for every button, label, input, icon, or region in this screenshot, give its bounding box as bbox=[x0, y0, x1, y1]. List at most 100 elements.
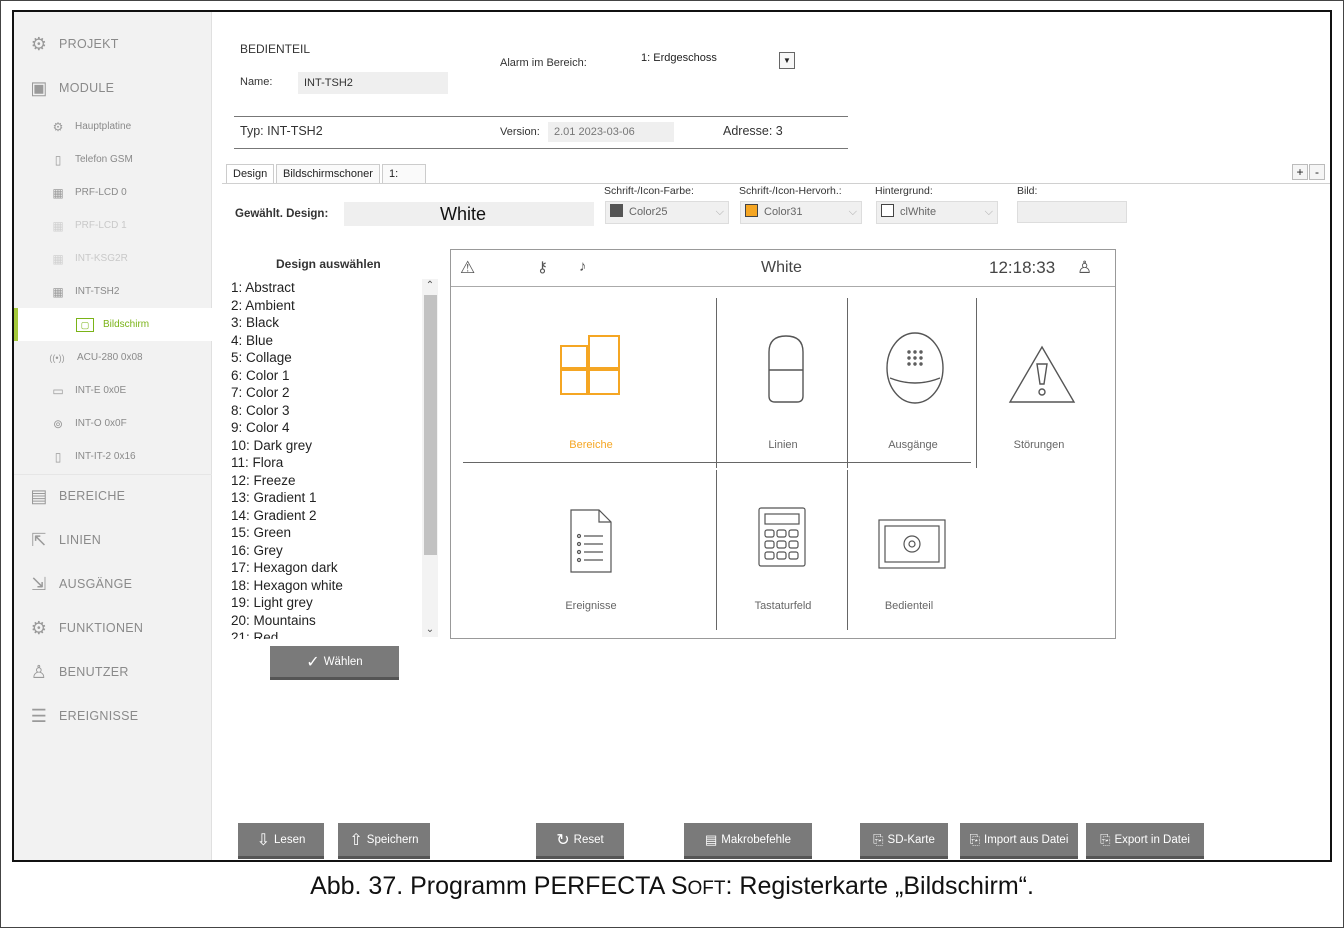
sidebar: ⚙ PROJEKT ▣ MODULE ⚙ Hauptplatine ▯ Telefon … bbox=[14, 12, 212, 860]
chevron-down-icon[interactable]: ▼ bbox=[779, 52, 795, 69]
sidebar-item-ereignisse[interactable]: ☰ EREIGNISSE bbox=[14, 694, 212, 738]
preview-title: White bbox=[761, 259, 802, 276]
sidebar-item-prf-lcd-0[interactable]: ▦ PRF-LCD 0 bbox=[14, 176, 212, 209]
siren-icon bbox=[886, 332, 944, 404]
button-label: Speichern bbox=[366, 833, 419, 846]
choose-design-button[interactable]: ✓ Wählen bbox=[270, 646, 399, 680]
list-item[interactable]: 21: Red bbox=[230, 629, 441, 639]
version-field: 2.01 2023-03-06 bbox=[548, 122, 674, 142]
tab-design[interactable]: Design bbox=[226, 164, 275, 184]
export-button[interactable]: ⎘ Export in Datei bbox=[1086, 823, 1204, 859]
active-indicator bbox=[14, 308, 18, 341]
sidebar-item-bildschirm[interactable]: ▢ Bildschirm bbox=[14, 308, 212, 341]
list-item[interactable]: 12: Freeze bbox=[230, 472, 441, 490]
sidebar-item-hauptplatine[interactable]: ⚙ Hauptplatine bbox=[14, 110, 212, 143]
divider bbox=[234, 116, 848, 117]
list-item[interactable]: 5: Collage bbox=[230, 349, 441, 367]
list-item[interactable]: 3: Black bbox=[230, 314, 441, 332]
sidebar-item-int-o[interactable]: ⊚ INT-O 0x0F bbox=[14, 407, 212, 440]
color-swatch bbox=[610, 204, 623, 217]
highlight-color-value: Color31 bbox=[764, 206, 803, 218]
save-button[interactable]: ⇧ Speichern bbox=[338, 823, 430, 859]
keypad-icon: ▦ bbox=[52, 218, 64, 233]
highlight-color-select[interactable]: Color31 ⌵ bbox=[740, 201, 862, 224]
figure-caption: Abb. 37. Programm PERFECTA SOFT: Registe… bbox=[0, 872, 1344, 901]
list-item[interactable]: 8: Color 3 bbox=[230, 402, 441, 420]
alarm-area-select[interactable]: 1: Erdgeschoss bbox=[641, 52, 797, 70]
font-color-select[interactable]: Color25 ⌵ bbox=[605, 201, 729, 224]
tab-1[interactable]: 1: bbox=[382, 164, 426, 184]
design-list-scrollbar[interactable]: ⌃ ⌄ bbox=[422, 279, 438, 637]
sidebar-item-ausgaenge[interactable]: ⇲ AUSGÄNGE bbox=[14, 562, 212, 606]
tile-label-bedienteil: Bedienteil bbox=[884, 600, 934, 612]
sidebar-item-telefon-gsm[interactable]: ▯ Telefon GSM bbox=[14, 143, 212, 176]
list-item[interactable]: 17: Hexagon dark bbox=[230, 559, 441, 577]
sidebar-item-benutzer[interactable]: ♙ BENUTZER bbox=[14, 650, 212, 694]
sd-card-button[interactable]: ⎘ SD-Karte bbox=[860, 823, 948, 859]
list-item[interactable]: 9: Color 4 bbox=[230, 419, 441, 437]
scrollbar-thumb[interactable] bbox=[424, 295, 437, 555]
sidebar-item-projekt[interactable]: ⚙ PROJEKT bbox=[14, 22, 212, 66]
name-label: Name: bbox=[240, 76, 273, 88]
caption-text: Abb. 37. Programm PERFECTA S bbox=[310, 872, 688, 900]
screen-preview: ⚠ ⚷ ♪ White 12:18:33 ♙ Bereiche Linien A… bbox=[450, 249, 1116, 639]
design-list-title: Design auswählen bbox=[276, 257, 381, 271]
font-color-label: Schrift-/Icon-Farbe: bbox=[604, 185, 694, 197]
sidebar-item-bereiche[interactable]: ▤ BEREICHE bbox=[14, 474, 212, 518]
sidebar-item-int-e[interactable]: ▭ INT-E 0x0E bbox=[14, 374, 212, 407]
import-button[interactable]: ⎘ Import aus Datei bbox=[960, 823, 1078, 859]
macro-icon: ▤ bbox=[705, 831, 718, 847]
list-item[interactable]: 18: Hexagon white bbox=[230, 577, 441, 595]
sidebar-item-int-ksg2r[interactable]: ▦ INT-KSG2R bbox=[14, 242, 212, 275]
list-item[interactable]: 4: Blue bbox=[230, 332, 441, 350]
events-icon: ☰ bbox=[30, 706, 48, 726]
add-tab-button[interactable]: + bbox=[1292, 164, 1308, 180]
project-icon: ⚙ bbox=[30, 34, 48, 54]
sidebar-item-funktionen[interactable]: ⚙ FUNKTIONEN bbox=[14, 606, 212, 650]
sidebar-item-label: Bildschirm bbox=[103, 319, 150, 330]
motion-detector-icon bbox=[768, 335, 804, 403]
macros-button[interactable]: ▤ Makrobefehle bbox=[684, 823, 812, 859]
list-item[interactable]: 20: Mountains bbox=[230, 612, 441, 630]
list-item[interactable]: 10: Dark grey bbox=[230, 437, 441, 455]
tab-bildschirmschoner[interactable]: Bildschirmschoner bbox=[276, 164, 380, 184]
list-item[interactable]: 2: Ambient bbox=[230, 297, 441, 315]
version-label: Version: bbox=[500, 126, 540, 138]
sidebar-item-prf-lcd-1[interactable]: ▦ PRF-LCD 1 bbox=[14, 209, 212, 242]
phone-icon: ▯ bbox=[54, 152, 62, 167]
alarm-area-value: 1: Erdgeschoss bbox=[641, 52, 717, 64]
functions-icon: ⚙ bbox=[30, 618, 48, 638]
caption-text-tail: : Registerkarte „Bildschirm“. bbox=[725, 872, 1034, 900]
list-item[interactable]: 1: Abstract bbox=[230, 279, 441, 297]
image-field[interactable] bbox=[1017, 201, 1127, 223]
remove-tab-button[interactable]: - bbox=[1309, 164, 1325, 180]
list-item[interactable]: 6: Color 1 bbox=[230, 367, 441, 385]
list-item[interactable]: 16: Grey bbox=[230, 542, 441, 560]
scroll-down-icon[interactable]: ⌄ bbox=[422, 623, 438, 637]
sidebar-item-label: BEREICHE bbox=[59, 489, 126, 503]
list-item[interactable]: 11: Flora bbox=[230, 454, 441, 472]
keypad-icon: ▦ bbox=[52, 185, 64, 200]
sidebar-item-int-tsh2[interactable]: ▦ INT-TSH2 bbox=[14, 275, 212, 308]
mainboard-icon: ⚙ bbox=[52, 119, 64, 134]
reset-button[interactable]: ↻ Reset bbox=[536, 823, 624, 859]
sidebar-item-int-it-2[interactable]: ▯ INT-IT-2 0x16 bbox=[14, 440, 212, 473]
background-color-select[interactable]: clWhite ⌵ bbox=[876, 201, 998, 224]
sidebar-item-module[interactable]: ▣ MODULE bbox=[14, 66, 212, 110]
list-item[interactable]: 13: Gradient 1 bbox=[230, 489, 441, 507]
design-list[interactable]: 1: Abstract 2: Ambient 3: Black 4: Blue … bbox=[230, 279, 441, 639]
list-item[interactable]: 7: Color 2 bbox=[230, 384, 441, 402]
list-item[interactable]: 15: Green bbox=[230, 524, 441, 542]
name-field[interactable]: INT-TSH2 bbox=[298, 72, 448, 94]
tile-label-bereiche: Bereiche bbox=[569, 439, 613, 451]
read-button[interactable]: ⇩ Lesen bbox=[238, 823, 324, 859]
sidebar-item-acu-280[interactable]: ((•)) ACU-280 0x08 bbox=[14, 341, 212, 374]
list-item[interactable]: 14: Gradient 2 bbox=[230, 507, 441, 525]
button-label: SD-Karte bbox=[887, 833, 935, 846]
scroll-up-icon[interactable]: ⌃ bbox=[422, 279, 438, 293]
sidebar-item-label: INT-KSG2R bbox=[75, 253, 128, 264]
tile-label-stoerungen: Störungen bbox=[1013, 439, 1065, 451]
sidebar-item-linien[interactable]: ⇱ LINIEN bbox=[14, 518, 212, 562]
list-item[interactable]: 19: Light grey bbox=[230, 594, 441, 612]
caption-text-smallcaps: OFT bbox=[687, 878, 726, 899]
